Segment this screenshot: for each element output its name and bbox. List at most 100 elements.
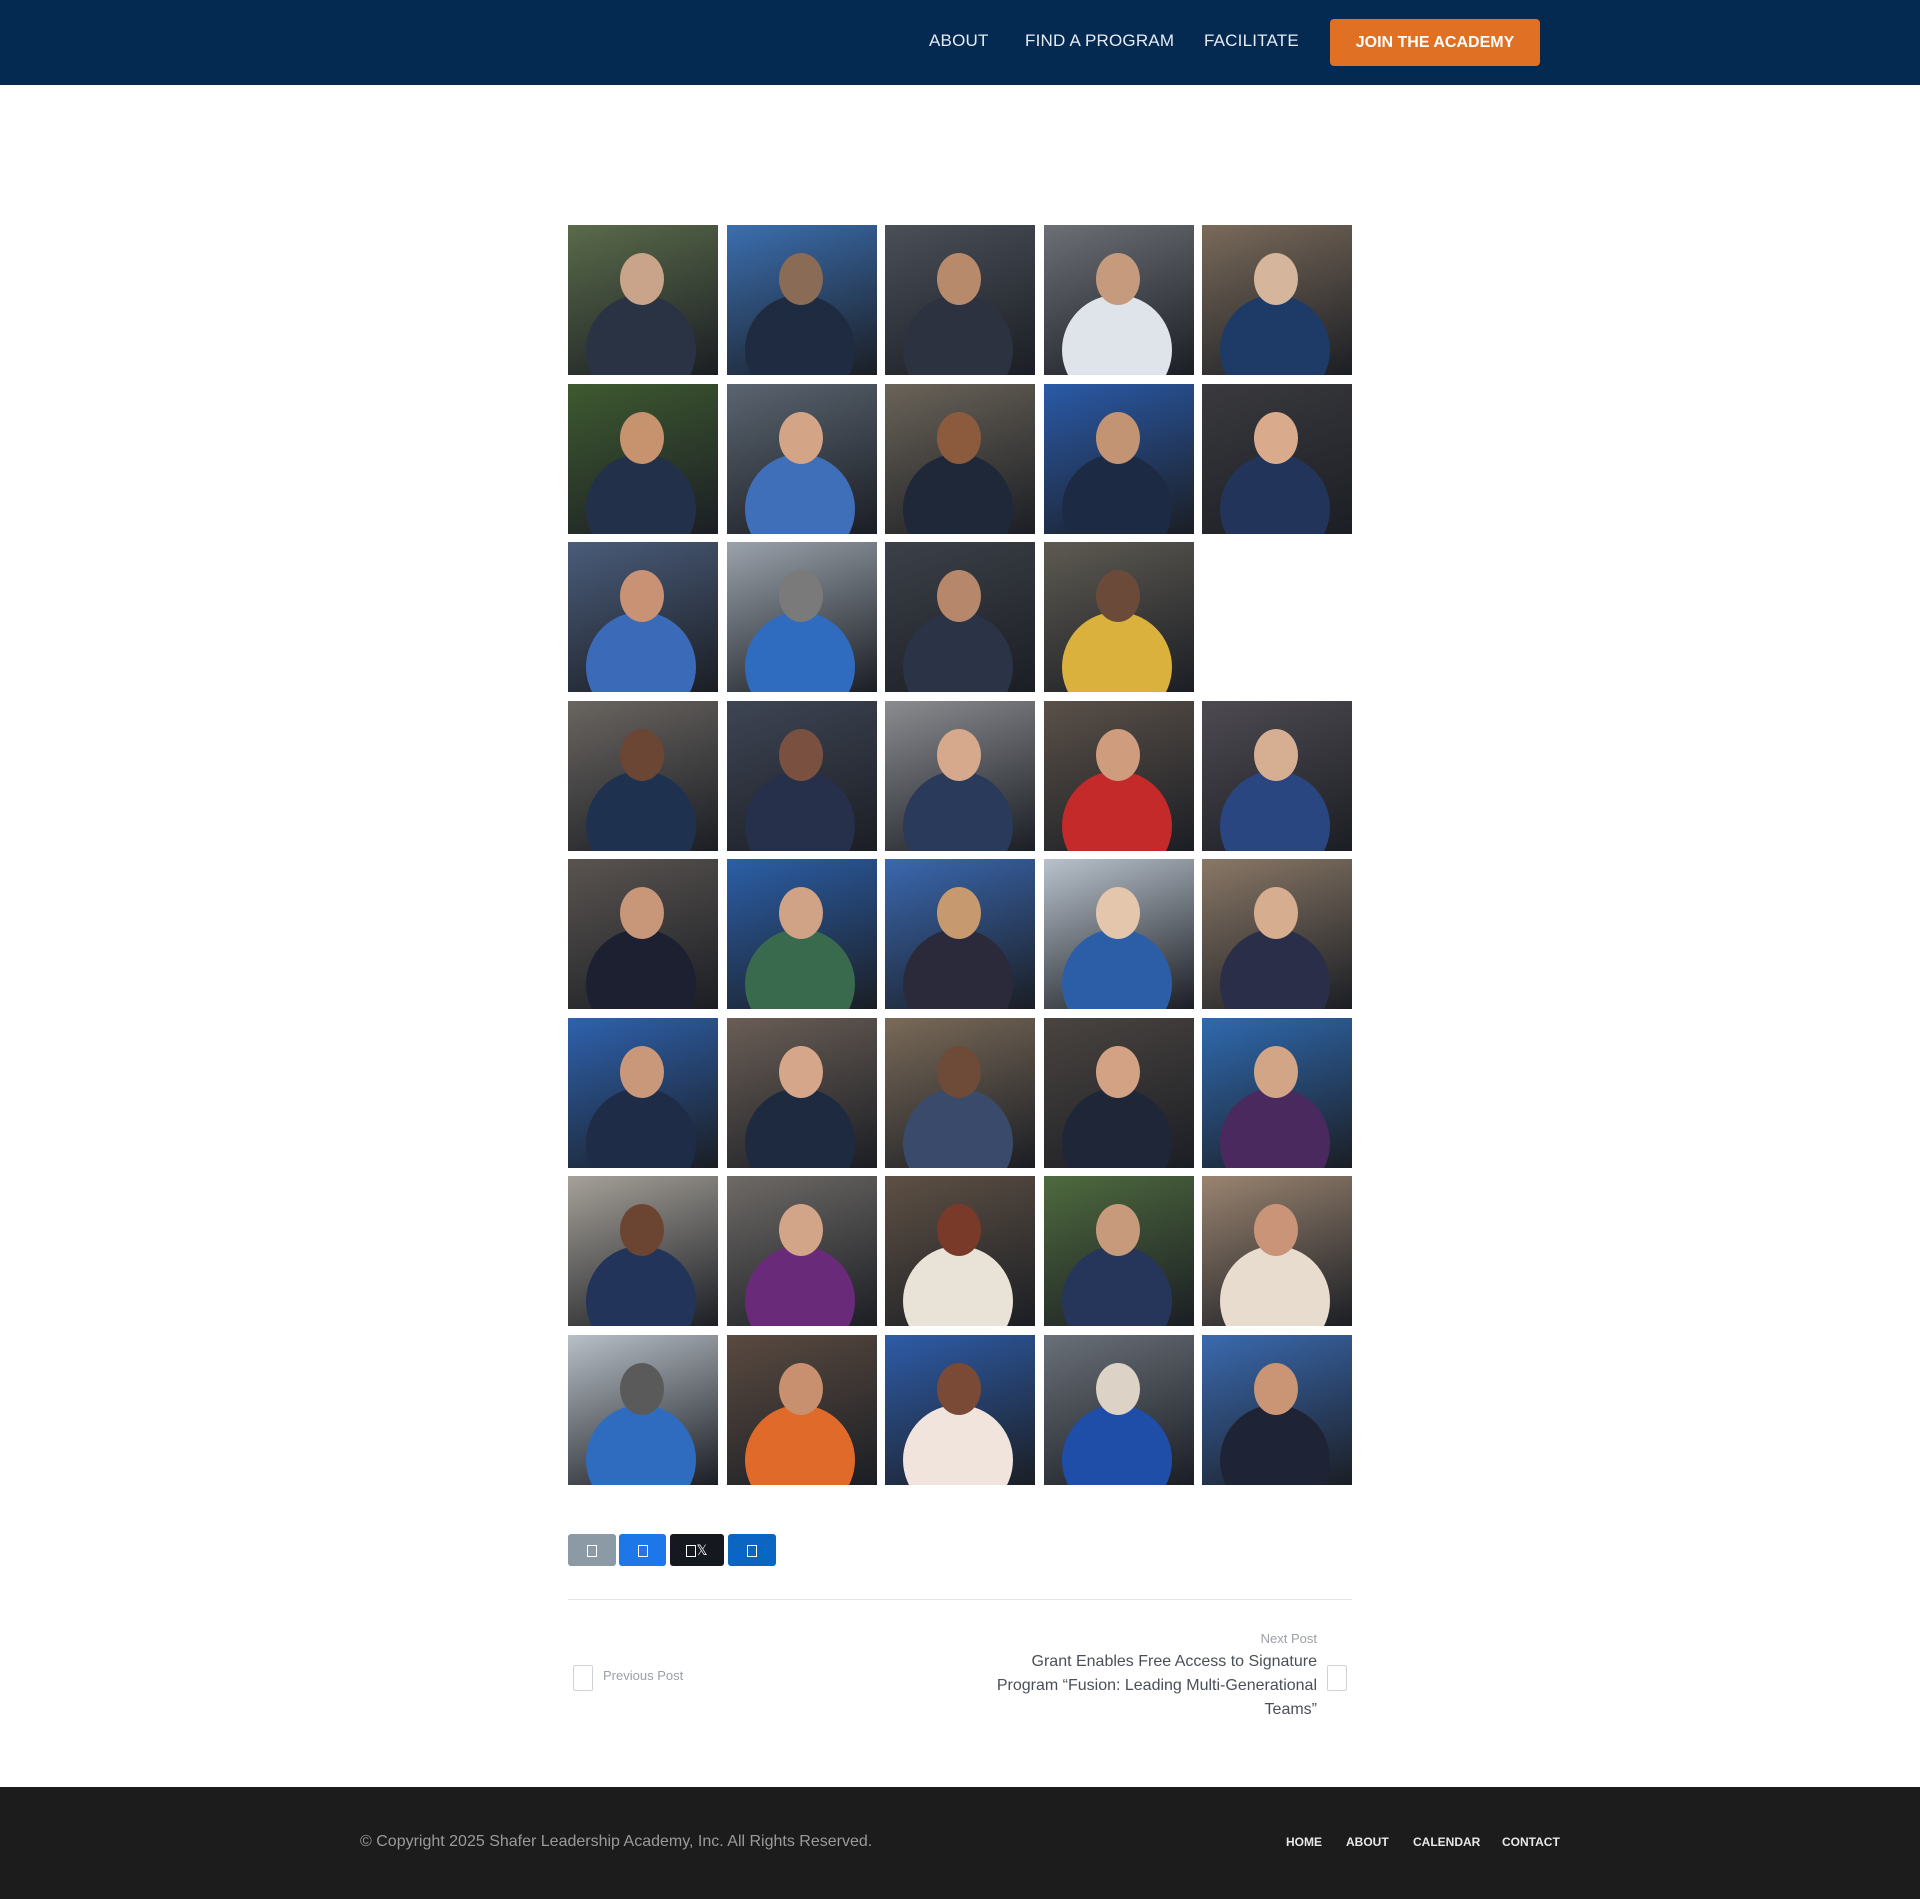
photo-figure bbox=[1062, 771, 1172, 851]
photo-figure bbox=[903, 295, 1013, 375]
gallery-photo[interactable] bbox=[1202, 859, 1352, 1009]
photo-face bbox=[937, 1046, 981, 1098]
gallery-photo[interactable] bbox=[727, 1176, 877, 1326]
gallery-photo[interactable] bbox=[727, 701, 877, 851]
gallery-photo[interactable] bbox=[885, 1176, 1035, 1326]
gallery-photo[interactable] bbox=[1044, 1018, 1194, 1168]
gallery-photo[interactable] bbox=[568, 859, 718, 1009]
nav-about-link[interactable]: ABOUT bbox=[929, 31, 989, 51]
photo-figure bbox=[745, 612, 855, 692]
gallery-photo[interactable] bbox=[885, 859, 1035, 1009]
join-academy-button[interactable]: JOIN THE ACADEMY bbox=[1330, 19, 1540, 66]
photo-figure bbox=[1062, 454, 1172, 534]
gallery-photo[interactable] bbox=[1044, 701, 1194, 851]
gallery-photo[interactable] bbox=[1044, 542, 1194, 692]
photo-face bbox=[937, 1363, 981, 1415]
gallery-photo[interactable] bbox=[568, 225, 718, 375]
gallery-photo[interactable] bbox=[568, 1335, 718, 1485]
gallery-photo[interactable] bbox=[727, 225, 877, 375]
gallery-photo[interactable] bbox=[568, 384, 718, 534]
photo-face bbox=[620, 887, 664, 939]
photo-face bbox=[620, 1204, 664, 1256]
next-arrow-icon[interactable] bbox=[1327, 1665, 1347, 1691]
gallery-photo[interactable] bbox=[568, 542, 718, 692]
photo-face bbox=[620, 729, 664, 781]
photo-face bbox=[779, 729, 823, 781]
photo-face bbox=[779, 1046, 823, 1098]
photo-figure bbox=[1220, 1246, 1330, 1326]
share-facebook-button[interactable] bbox=[619, 1534, 666, 1566]
x-share-icon bbox=[686, 1545, 697, 1558]
gallery-photo[interactable] bbox=[885, 542, 1035, 692]
gallery-photo[interactable] bbox=[885, 1335, 1035, 1485]
photo-face bbox=[1096, 729, 1140, 781]
photo-figure bbox=[745, 771, 855, 851]
x-logo-icon: 𝕏 bbox=[696, 1542, 708, 1558]
photo-face bbox=[1254, 1204, 1298, 1256]
share-linkedin-button[interactable] bbox=[728, 1534, 776, 1566]
nav-find-program-link[interactable]: FIND A PROGRAM bbox=[1025, 31, 1174, 51]
gallery-photo[interactable] bbox=[1044, 1176, 1194, 1326]
photo-face bbox=[1096, 412, 1140, 464]
gallery-photo[interactable] bbox=[1202, 384, 1352, 534]
photo-face bbox=[779, 1204, 823, 1256]
gallery-photo[interactable] bbox=[568, 701, 718, 851]
gallery-photo[interactable] bbox=[885, 384, 1035, 534]
photo-figure bbox=[1062, 1088, 1172, 1168]
photo-face bbox=[937, 729, 981, 781]
photo-figure bbox=[745, 295, 855, 375]
gallery-photo[interactable] bbox=[1202, 225, 1352, 375]
site-header: ABOUT FIND A PROGRAM FACILITATE JOIN THE… bbox=[0, 0, 1920, 85]
gallery-photo[interactable] bbox=[885, 701, 1035, 851]
photo-face bbox=[779, 253, 823, 305]
photo-face bbox=[937, 253, 981, 305]
photo-figure bbox=[903, 454, 1013, 534]
gallery-photo[interactable] bbox=[1202, 701, 1352, 851]
photo-face bbox=[937, 412, 981, 464]
gallery-photo[interactable] bbox=[1044, 859, 1194, 1009]
photo-face bbox=[937, 1204, 981, 1256]
share-email-button[interactable] bbox=[568, 1534, 616, 1566]
photo-figure bbox=[745, 1246, 855, 1326]
gallery-photo[interactable] bbox=[1202, 1018, 1352, 1168]
photo-gallery bbox=[568, 225, 1352, 1485]
photo-face bbox=[1254, 1046, 1298, 1098]
gallery-photo[interactable] bbox=[885, 1018, 1035, 1168]
photo-figure bbox=[745, 1405, 855, 1485]
gallery-photo[interactable] bbox=[727, 384, 877, 534]
photo-face bbox=[1096, 1046, 1140, 1098]
gallery-photo[interactable] bbox=[1044, 225, 1194, 375]
previous-post-link[interactable]: Previous Post bbox=[603, 1668, 683, 1683]
gallery-photo[interactable] bbox=[1202, 1176, 1352, 1326]
footer-contact-link[interactable]: CONTACT bbox=[1502, 1835, 1560, 1849]
photo-face bbox=[779, 887, 823, 939]
share-x-button[interactable]: 𝕏 bbox=[670, 1534, 724, 1566]
nav-facilitate-link[interactable]: FACILITATE bbox=[1204, 31, 1299, 51]
footer-calendar-link[interactable]: CALENDAR bbox=[1413, 1835, 1480, 1849]
gallery-photo[interactable] bbox=[885, 225, 1035, 375]
divider bbox=[568, 1599, 1352, 1600]
gallery-photo[interactable] bbox=[727, 1335, 877, 1485]
gallery-photo[interactable] bbox=[1044, 384, 1194, 534]
footer-home-link[interactable]: HOME bbox=[1286, 1835, 1322, 1849]
gallery-photo[interactable] bbox=[568, 1018, 718, 1168]
photo-figure bbox=[586, 1088, 696, 1168]
footer-about-link[interactable]: ABOUT bbox=[1346, 1835, 1389, 1849]
photo-face bbox=[620, 412, 664, 464]
photo-face bbox=[1254, 253, 1298, 305]
gallery-photo[interactable] bbox=[727, 1018, 877, 1168]
previous-arrow-icon[interactable] bbox=[573, 1665, 593, 1691]
photo-face bbox=[937, 570, 981, 622]
gallery-photo[interactable] bbox=[727, 542, 877, 692]
photo-face bbox=[1254, 412, 1298, 464]
next-post-link[interactable]: Grant Enables Free Access to Signature P… bbox=[987, 1650, 1317, 1722]
photo-figure bbox=[586, 929, 696, 1009]
gallery-photo[interactable] bbox=[727, 859, 877, 1009]
gallery-photo[interactable] bbox=[1044, 1335, 1194, 1485]
photo-figure bbox=[903, 1246, 1013, 1326]
photo-face bbox=[1096, 887, 1140, 939]
gallery-photo[interactable] bbox=[568, 1176, 718, 1326]
photo-figure bbox=[1220, 929, 1330, 1009]
photo-figure bbox=[1220, 1088, 1330, 1168]
gallery-photo[interactable] bbox=[1202, 1335, 1352, 1485]
